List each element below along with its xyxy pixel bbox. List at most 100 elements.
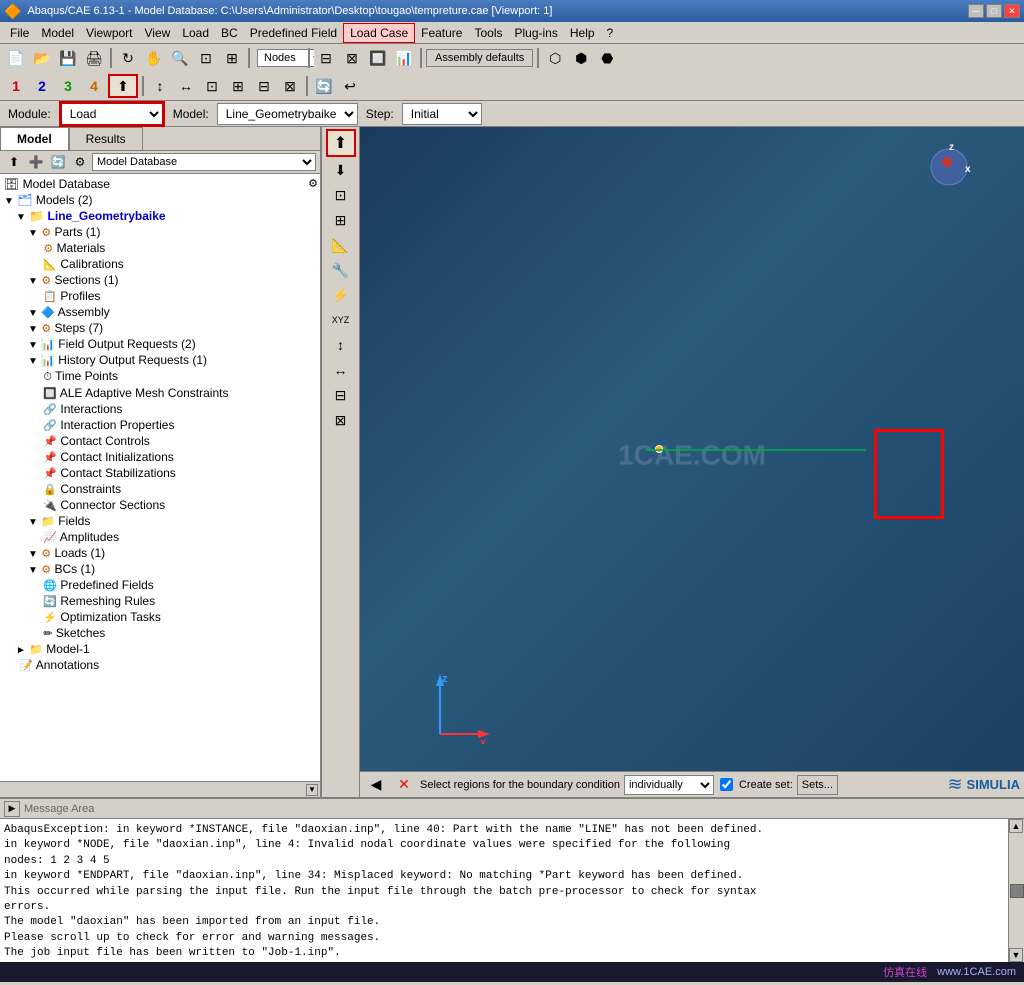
tree-node-contact-stab[interactable]: 📌 Contact Stabilizations [2, 465, 318, 481]
menu-item-plugins[interactable]: Plug-ins [509, 24, 564, 42]
tree-node-assembly[interactable]: ▼ 🔷 Assembly [2, 304, 318, 320]
r2t4[interactable]: ⊞ [226, 75, 250, 97]
module-select[interactable]: Load Part Property Assembly Step Interac… [62, 104, 162, 124]
tree-node-sections[interactable]: ▼ ⚙ Sections (1) [2, 272, 318, 288]
menu-item-view[interactable]: View [139, 24, 177, 42]
tree-node-model1[interactable]: ► 📁 Model-1 [2, 641, 318, 657]
tree-node-fields[interactable]: ▼ 📁 Fields [2, 513, 318, 529]
assembly-defaults-btn[interactable]: Assembly defaults [426, 49, 533, 67]
menu-item-predefined[interactable]: Predefined Field [244, 24, 343, 42]
r2t8[interactable]: ↩ [338, 75, 362, 97]
tree-node-sketches[interactable]: ✏ Sketches [2, 625, 318, 641]
num1-btn[interactable]: 1 [4, 75, 28, 97]
panel-btn1[interactable]: ⬆ [4, 153, 24, 171]
r2t5[interactable]: ⊟ [252, 75, 276, 97]
tree-node-model-db[interactable]: 🗄 Model Database ⚙ [2, 176, 318, 192]
node-select[interactable]: Nodes Elements Cells Faces [280, 47, 304, 69]
menu-item-question[interactable]: ? [601, 24, 620, 42]
tree-node-optimization[interactable]: ⚡ Optimization Tasks [2, 609, 318, 625]
maximize-btn[interactable]: □ [986, 4, 1002, 18]
menu-item-bc[interactable]: BC [215, 24, 244, 42]
load-icon-btn[interactable]: ⬆ [108, 74, 138, 98]
tree-node-loads[interactable]: ▼ ⚙ Loads (1) [2, 545, 318, 561]
tree-scroll-down[interactable]: ▼ [306, 784, 318, 796]
menu-item-file[interactable]: File [4, 24, 35, 42]
vp-sets-btn[interactable]: Sets... [797, 775, 838, 795]
mesh-btn[interactable]: ⊟ [314, 47, 338, 69]
tree-node-amplitudes[interactable]: 📈 Amplitudes [2, 529, 318, 545]
menu-item-tools[interactable]: Tools [468, 24, 508, 42]
vt-btn3[interactable]: ⊡ [326, 183, 356, 207]
console-scroll-down[interactable]: ▼ [1009, 948, 1023, 962]
save-btn[interactable]: 💾 [56, 47, 80, 69]
viewport[interactable]: 1CAE.COM x z [360, 127, 1024, 797]
step-select[interactable]: Initial Step-1 Step-2 [402, 103, 482, 125]
tree-node-time-points[interactable]: ⏱ Time Points [2, 368, 318, 385]
vt-btn5[interactable]: 📐 [326, 233, 356, 257]
vt-btn6[interactable]: 🔧 [326, 258, 356, 282]
panel-settings-icon[interactable]: ⚙ [308, 177, 318, 190]
tree-node-profiles[interactable]: 📋 Profiles [2, 288, 318, 304]
model-select[interactable]: Line_Geometrybaike [217, 103, 358, 125]
menu-item-model[interactable]: Model [35, 24, 80, 42]
num2-btn[interactable]: 2 [30, 75, 54, 97]
vp-create-set-checkbox[interactable] [720, 778, 733, 791]
tree-node-materials[interactable]: ⚙ Materials [2, 240, 318, 256]
tree-node-calibrations[interactable]: 📐 Calibrations [2, 256, 318, 272]
tree-node-annotations[interactable]: 📝 Annotations [2, 657, 318, 673]
vt-btn8[interactable]: XYZ [326, 308, 356, 332]
vt-btn2[interactable]: ⬇ [326, 158, 356, 182]
tree-node-interaction-props[interactable]: 🔗 Interaction Properties [2, 417, 318, 433]
vp-back-btn[interactable]: ◀ [364, 774, 388, 796]
vt-btn10[interactable]: ↔ [326, 358, 356, 382]
minimize-btn[interactable]: ─ [968, 4, 984, 18]
tab-model[interactable]: Model [0, 127, 69, 150]
console-scroll-up[interactable]: ▲ [1009, 819, 1023, 833]
vp-select-mode[interactable]: individually by angle by region [624, 775, 714, 795]
window-controls[interactable]: ─ □ ✕ [968, 4, 1020, 18]
tree-node-remeshing[interactable]: 🔄 Remeshing Rules [2, 593, 318, 609]
vt-btn12[interactable]: ⊠ [326, 408, 356, 432]
vt-btn4[interactable]: ⊞ [326, 208, 356, 232]
vt-load-create-btn[interactable]: ⬆ [326, 129, 356, 157]
r2t2[interactable]: ↔ [174, 75, 198, 97]
r2t7[interactable]: 🔄 [312, 75, 336, 97]
panel-btn3[interactable]: 🔄 [48, 153, 68, 171]
tree-node-contact-init[interactable]: 📌 Contact Initializations [2, 449, 318, 465]
menu-item-feature[interactable]: Feature [415, 24, 468, 42]
tree-node-constraints[interactable]: 🔒 Constraints [2, 481, 318, 497]
zoombox-btn[interactable]: ⊡ [194, 47, 218, 69]
menu-item-load[interactable]: Load [176, 24, 215, 42]
tool5[interactable]: ⬡ [543, 47, 567, 69]
tree-node-bcs[interactable]: ▼ ⚙ BCs (1) [2, 561, 318, 577]
new-file-btn[interactable]: 📄 [4, 47, 28, 69]
vt-btn9[interactable]: ↕ [326, 333, 356, 357]
tree-node-field-output[interactable]: ▼ 📊 Field Output Requests (2) [2, 336, 318, 352]
tree-node-ale[interactable]: 🔲 ALE Adaptive Mesh Constraints [2, 385, 318, 401]
print-btn[interactable]: 🖨 [82, 47, 106, 69]
tool7[interactable]: ⬣ [595, 47, 619, 69]
menu-item-loadcase[interactable]: Load Case [343, 23, 415, 43]
r2t1[interactable]: ↕ [148, 75, 172, 97]
vt-btn11[interactable]: ⊟ [326, 383, 356, 407]
menu-item-help[interactable]: Help [564, 24, 601, 42]
tree-node-connector-sections[interactable]: 🔌 Connector Sections [2, 497, 318, 513]
vp-close-btn[interactable]: ✕ [392, 774, 416, 796]
console-expand-btn[interactable]: ▶ [4, 801, 20, 817]
r2t3[interactable]: ⊡ [200, 75, 224, 97]
console-scrollbar[interactable]: ▲ ▼ [1008, 819, 1024, 962]
tool3[interactable]: 🔲 [366, 47, 390, 69]
console-body[interactable]: AbaqusException: in keyword *INSTANCE, f… [0, 819, 1008, 962]
tree-node-models[interactable]: ▼ 🗂 Models (2) [2, 192, 318, 208]
tree-node-parts[interactable]: ▼ ⚙ Parts (1) [2, 224, 318, 240]
menu-item-viewport[interactable]: Viewport [80, 24, 138, 42]
tool6[interactable]: ⬢ [569, 47, 593, 69]
close-btn[interactable]: ✕ [1004, 4, 1020, 18]
r2t6[interactable]: ⊠ [278, 75, 302, 97]
tree-node-interactions[interactable]: 🔗 Interactions [2, 401, 318, 417]
fit-btn[interactable]: ⊞ [220, 47, 244, 69]
tree-node-steps[interactable]: ▼ ⚙ Steps (7) [2, 320, 318, 336]
num3-btn[interactable]: 3 [56, 75, 80, 97]
num4-btn[interactable]: 4 [82, 75, 106, 97]
rotate-btn[interactable]: ↻ [116, 47, 140, 69]
